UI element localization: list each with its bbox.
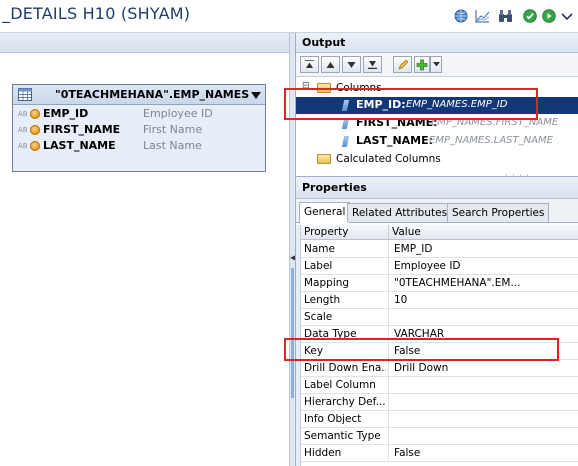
- output-toolbar: [296, 53, 578, 77]
- run-icon[interactable]: [541, 8, 557, 24]
- column-divider: [388, 360, 389, 377]
- editor-title-bar: _DETAILS H10 (SHYAM): [0, 0, 578, 33]
- tree-column-name: LAST_NAME:: [356, 134, 434, 147]
- properties-view-title: Properties: [302, 181, 367, 194]
- highlight-key-row: [284, 338, 559, 361]
- column-divider: [388, 428, 389, 445]
- property-name: Label Column: [304, 379, 376, 391]
- table-column-row[interactable]: AB EMP_ID Employee ID: [13, 106, 265, 122]
- column-name: LAST_NAME: [43, 139, 116, 152]
- property-value[interactable]: Employee ID: [394, 260, 574, 272]
- menu-icon[interactable]: [559, 8, 575, 24]
- column-icon: [30, 125, 40, 135]
- tab-search-properties[interactable]: Search Properties: [447, 203, 550, 222]
- editor-title: _DETAILS H10 (SHYAM): [2, 4, 191, 23]
- property-row[interactable]: Length 10: [301, 292, 578, 309]
- tree-folder-calculated[interactable]: Calculated Columns: [296, 151, 578, 168]
- folder-icon: [317, 154, 331, 164]
- move-top-button[interactable]: [300, 56, 319, 73]
- property-name: Scale: [304, 311, 333, 323]
- string-type-icon: AB: [18, 142, 28, 150]
- property-row[interactable]: Hidden False: [301, 445, 578, 462]
- property-name: Hidden: [304, 447, 342, 459]
- column-label: Last Name: [143, 139, 202, 152]
- move-bottom-button[interactable]: [363, 56, 382, 73]
- table-node-header[interactable]: "0TEACHMEHANA".EMP_NAMES: [13, 85, 265, 105]
- column-divider: [388, 292, 389, 309]
- table-icon: [18, 88, 32, 104]
- column-icon: [30, 141, 40, 151]
- property-value[interactable]: Drill Down: [394, 362, 574, 374]
- property-row[interactable]: Scale: [301, 309, 578, 326]
- property-name: Mapping: [304, 277, 350, 289]
- add-icon[interactable]: [414, 56, 430, 73]
- column-label: First Name: [143, 123, 203, 136]
- tab-general[interactable]: General: [299, 202, 351, 223]
- property-row[interactable]: Hierarchy Def...: [301, 394, 578, 411]
- property-name: Drill Down Ena...: [304, 362, 386, 374]
- property-name: Info Object: [304, 413, 362, 425]
- column-divider: [388, 241, 389, 258]
- tree-folder-label: Calculated Columns: [336, 153, 441, 165]
- property-row[interactable]: Label Column: [301, 377, 578, 394]
- column-divider: [388, 445, 389, 462]
- property-value[interactable]: "0TEACHMEHANA".EM...: [394, 277, 574, 289]
- chart-icon[interactable]: [474, 8, 490, 24]
- column-icon: [30, 109, 40, 119]
- splitter-handle[interactable]: [291, 268, 294, 398]
- column-divider: [388, 258, 389, 275]
- tab-related-attributes[interactable]: Related Attributes: [347, 203, 453, 222]
- scenario-canvas[interactable]: "0TEACHMEHANA".EMP_NAMES AB EMP_ID Emplo…: [0, 33, 294, 466]
- canvas-header: [0, 33, 294, 53]
- table-column-row[interactable]: AB LAST_NAME Last Name: [13, 138, 265, 154]
- property-row[interactable]: Info Object: [301, 411, 578, 428]
- tree-column-row[interactable]: LAST_NAME: EMP_NAMES.LAST_NAME: [296, 133, 578, 150]
- binoculars-icon[interactable]: [497, 8, 513, 24]
- table-node-title: "0TEACHMEHANA".EMP_NAMES: [55, 88, 250, 101]
- column-divider: [388, 394, 389, 411]
- highlight-emp-id: [284, 88, 538, 120]
- move-up-button[interactable]: [321, 56, 340, 73]
- properties-view: Properties General Related Attributes Se…: [295, 176, 578, 466]
- table-node[interactable]: "0TEACHMEHANA".EMP_NAMES AB EMP_ID Emplo…: [12, 84, 266, 172]
- column-divider: [388, 309, 389, 326]
- value-column-header[interactable]: Value: [389, 225, 578, 240]
- property-row[interactable]: Drill Down Ena... Drill Down: [301, 360, 578, 377]
- property-name: Name: [304, 243, 335, 255]
- property-name: Semantic Type: [304, 430, 381, 442]
- output-view-title-bar: Output: [296, 33, 578, 53]
- column-name: EMP_ID: [43, 107, 89, 120]
- property-column-header[interactable]: Property: [301, 225, 389, 240]
- string-type-icon: AB: [18, 110, 28, 118]
- add-dropdown-button[interactable]: [430, 56, 442, 73]
- column-divider: [388, 377, 389, 394]
- check-icon[interactable]: [522, 8, 538, 24]
- property-name: Hierarchy Def...: [304, 396, 386, 408]
- property-name: Label: [304, 260, 333, 272]
- collapse-arrow-icon[interactable]: [251, 90, 261, 103]
- property-row[interactable]: Semantic Type: [301, 428, 578, 445]
- property-value[interactable]: EMP_ID: [394, 243, 574, 255]
- property-value[interactable]: False: [394, 447, 574, 459]
- property-value[interactable]: 10: [394, 294, 574, 306]
- table-column-row[interactable]: AB FIRST_NAME First Name: [13, 122, 265, 138]
- column-divider: [388, 275, 389, 292]
- column-divider: [388, 411, 389, 428]
- string-type-icon: AB: [18, 126, 28, 134]
- attribute-icon: [341, 136, 350, 147]
- output-view-title: Output: [302, 36, 346, 49]
- edit-icon[interactable]: [393, 56, 412, 73]
- property-row[interactable]: Mapping "0TEACHMEHANA".EM...: [301, 275, 578, 292]
- globe-icon[interactable]: [453, 8, 469, 24]
- move-down-button[interactable]: [342, 56, 361, 73]
- property-name: Length: [304, 294, 341, 306]
- tree-column-mapping: EMP_NAMES.LAST_NAME: [429, 135, 553, 146]
- properties-tabs: General Related Attributes Search Proper…: [296, 199, 578, 223]
- property-row[interactable]: Label Employee ID: [301, 258, 578, 275]
- property-row[interactable]: Name EMP_ID: [301, 241, 578, 258]
- properties-view-title-bar: Properties: [296, 177, 578, 199]
- column-label: Employee ID: [143, 107, 213, 120]
- column-name: FIRST_NAME: [43, 123, 121, 136]
